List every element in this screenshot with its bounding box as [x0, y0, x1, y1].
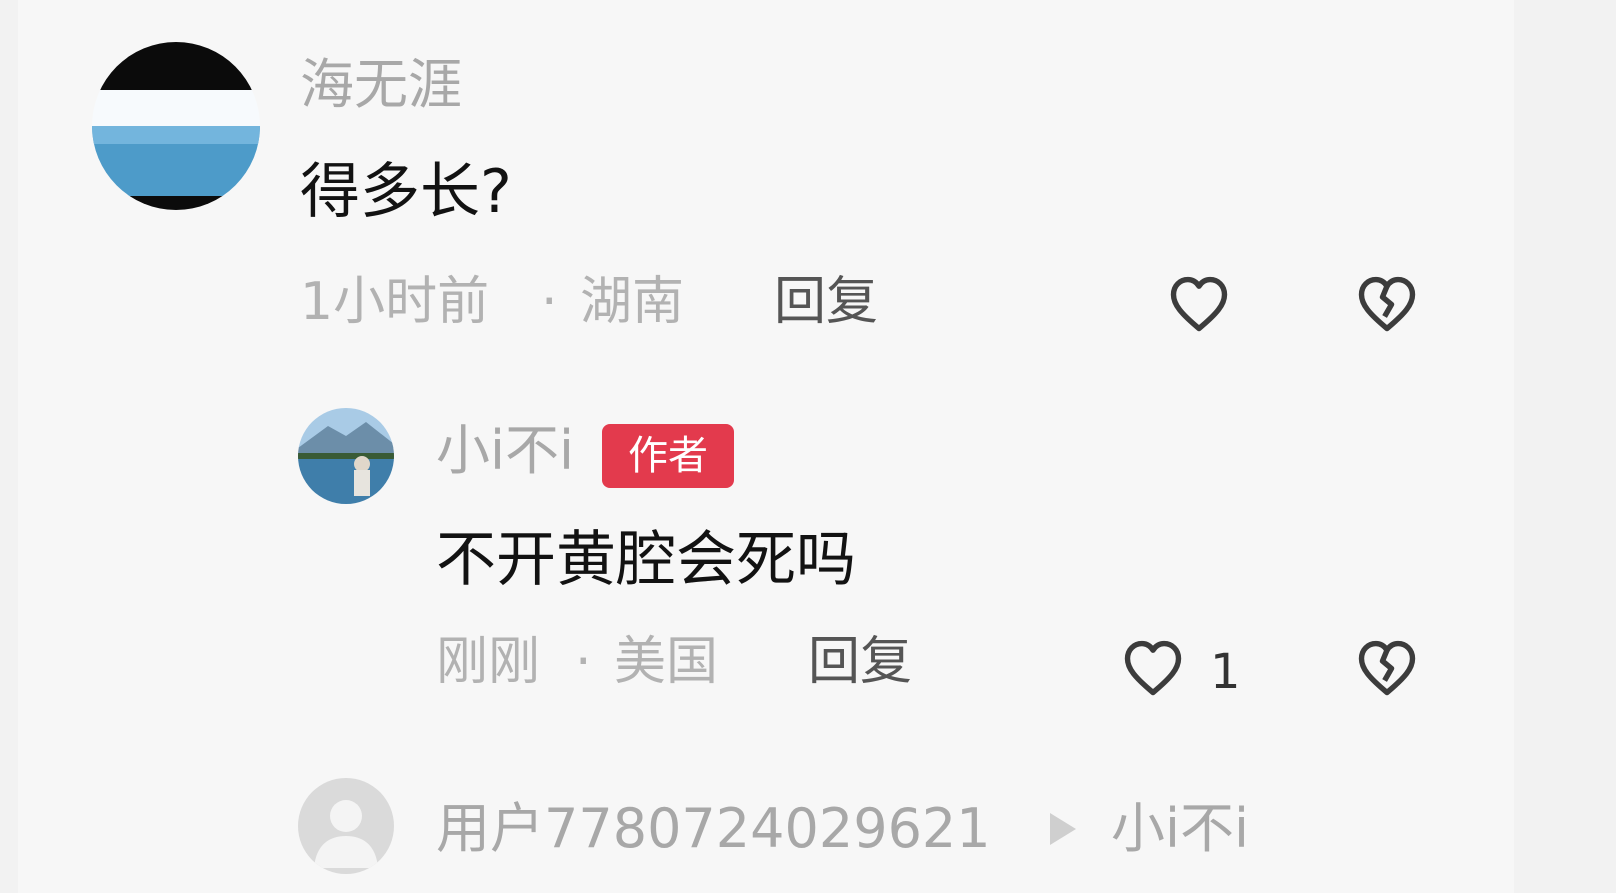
author-badge: 作者	[602, 424, 734, 488]
author-username[interactable]: 小i不i	[436, 424, 574, 478]
play-arrow-icon	[1050, 813, 1076, 845]
heart-outline-icon[interactable]	[1117, 631, 1189, 703]
commenter-avatar[interactable]	[92, 42, 260, 210]
comment-location: 湖南	[580, 272, 685, 332]
comment-text: 得多长?	[300, 157, 512, 227]
like-count: 1	[1210, 644, 1241, 700]
reply-target-username[interactable]: 小i不i	[1111, 802, 1249, 856]
default-avatar-icon[interactable]	[298, 778, 394, 874]
meta-separator: ·	[575, 632, 592, 692]
reply-time: 刚刚	[436, 632, 541, 692]
reply-username[interactable]: 用户7780724029621	[436, 802, 991, 856]
reply-button[interactable]: 回复	[808, 636, 912, 688]
comment-time: 1小时前	[300, 272, 490, 332]
reply-text: 不开黄腔会死吗	[436, 525, 856, 595]
author-avatar[interactable]	[298, 408, 394, 504]
reply-location: 美国	[614, 632, 719, 692]
broken-heart-outline-icon[interactable]	[1351, 631, 1423, 703]
commenter-username[interactable]: 海无涯	[300, 58, 462, 112]
meta-separator: ·	[541, 272, 558, 332]
reply-button[interactable]: 回复	[774, 276, 878, 328]
heart-outline-icon[interactable]	[1163, 267, 1235, 339]
broken-heart-outline-icon[interactable]	[1351, 267, 1423, 339]
